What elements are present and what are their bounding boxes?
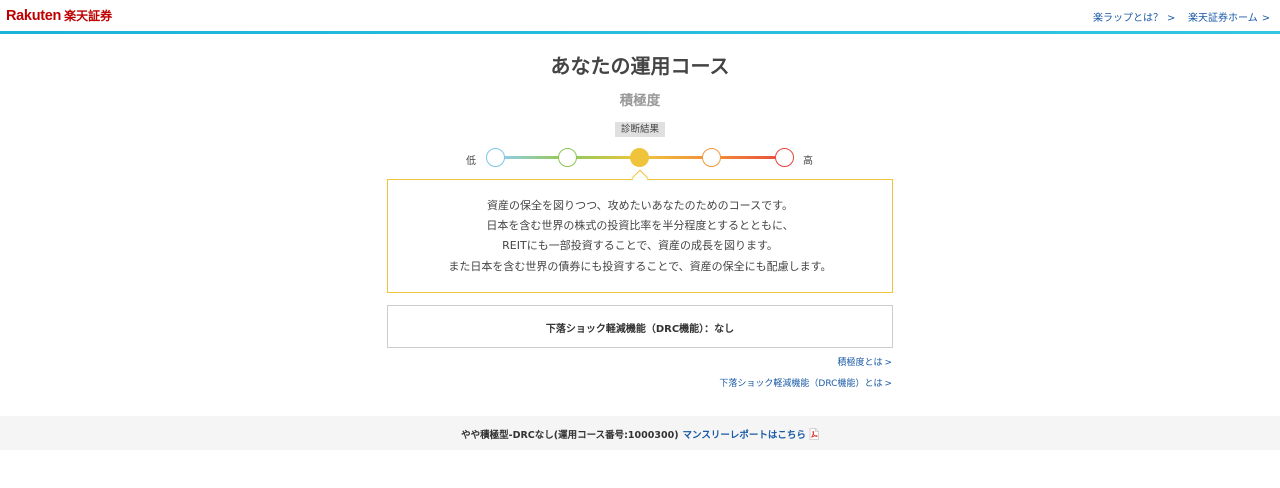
scale-dot-2 [558, 148, 577, 167]
scale-dot-5 [775, 148, 794, 167]
scale-low-label: 低 [466, 156, 476, 167]
drc-about-label: 下落ショック軽減機能（DRC機能）とは [719, 379, 883, 389]
drc-about-link[interactable]: 下落ショック軽減機能（DRC機能）とは > [719, 376, 892, 389]
scale-subtitle: 積極度 [619, 93, 661, 109]
description-line: REITにも一部投資することで、資産の成長を図ります。 [502, 239, 778, 252]
rakurap-about-label: 楽ラップとは？ [1093, 13, 1163, 24]
rakuten-logo[interactable]: Rakuten 楽天証券 [6, 7, 112, 25]
monthly-report-link[interactable]: マンスリーレポートはこちら [683, 430, 806, 441]
chevron-right-icon: > [1261, 13, 1271, 24]
result-badge: 診断結果 [615, 122, 665, 137]
description-line: 資産の保全を図りつつ、攻めたいあなたのためのコースです。 [486, 199, 794, 212]
description-line: 日本を含む世界の株式の投資比率を半分程度とするとともに、 [486, 219, 794, 232]
scale-segment-3 [648, 156, 703, 159]
chevron-right-icon: > [884, 358, 892, 368]
drc-status-text: 下落ショック軽減機能（DRC機能）：なし [545, 324, 735, 335]
aggressiveness-about-label: 積極度とは [837, 358, 883, 368]
chevron-right-icon: > [884, 379, 892, 389]
page-title: あなたの運用コース [550, 54, 730, 78]
rakuten-home-link[interactable]: 楽天証券ホーム > [1188, 9, 1270, 24]
scale-high-label: 高 [803, 156, 813, 167]
scale-dot-1 [486, 148, 505, 167]
scale-segment-1 [503, 156, 559, 159]
description-line: また日本を含む世界の債券にも投資することで、資産の保全にも配慮します。 [448, 260, 832, 273]
scale-segment-4 [720, 156, 775, 159]
pdf-icon[interactable] [809, 428, 819, 440]
scale-segment-2 [576, 156, 631, 159]
aggressiveness-about-link[interactable]: 積極度とは > [837, 355, 892, 368]
scale-dot-3-selected [630, 148, 649, 167]
chevron-right-icon: > [1167, 13, 1176, 24]
header-accent-bar [0, 31, 1280, 34]
header: Rakuten 楽天証券 楽ラップとは？ > 楽天証券ホーム > [0, 0, 1280, 34]
rakuten-home-label: 楽天証券ホーム [1188, 13, 1258, 24]
logo-en: Rakuten [6, 8, 62, 24]
course-footer-content: やや積極型-DRCなし(運用コース番号:1000300) マンスリーレポートはこち… [0, 427, 1280, 441]
logo-ja: 楽天証券 [64, 9, 113, 23]
course-name: やや積極型-DRCなし(運用コース番号:1000300) [461, 430, 679, 441]
rakurap-about-link[interactable]: 楽ラップとは？ > [1093, 9, 1175, 24]
scale-dot-4 [702, 148, 721, 167]
